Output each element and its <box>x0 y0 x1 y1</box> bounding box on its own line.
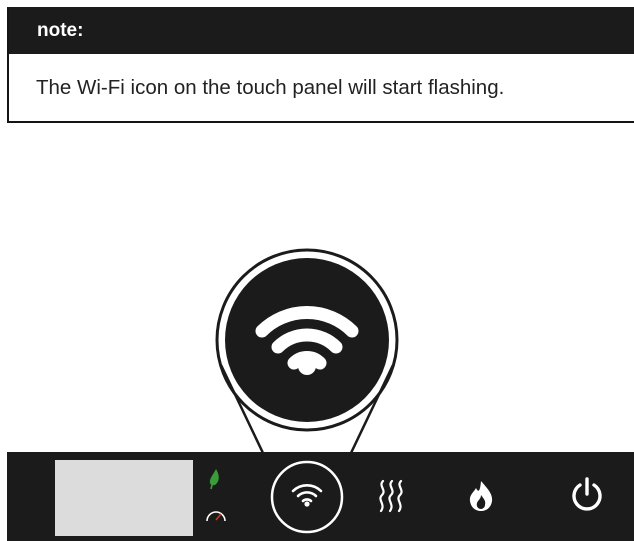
wifi-button[interactable] <box>272 462 342 532</box>
gauge-icon <box>206 511 226 522</box>
magnified-wifi-icon <box>255 306 359 370</box>
note-heading: note: <box>9 7 634 54</box>
note-box: note: The Wi-Fi icon on the touch panel … <box>7 7 634 123</box>
leaf-icon <box>209 469 219 490</box>
note-text: The Wi-Fi icon on the touch panel will s… <box>36 76 505 99</box>
flame-button[interactable] <box>458 470 504 524</box>
panel-display <box>55 460 193 536</box>
power-button[interactable] <box>563 470 611 524</box>
heat-button[interactable] <box>370 470 414 524</box>
